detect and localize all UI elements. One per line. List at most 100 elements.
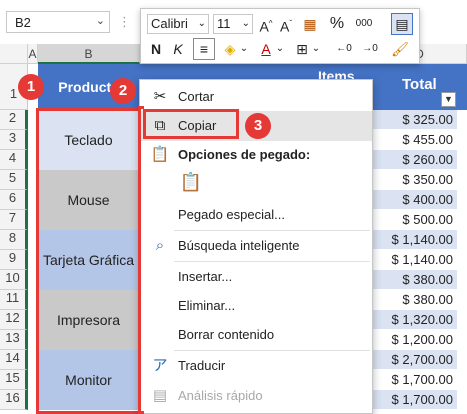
row-header[interactable]: 13 [0,330,28,350]
font-size-box[interactable]: 11 ⌄ [213,14,253,34]
number-format-icon[interactable]: ▦ [299,14,321,34]
menu-item-label: Eliminar... [178,298,236,313]
menu-item-translate[interactable]: ア Traducir [140,351,372,381]
chevron-down-icon[interactable]: ⌄ [239,39,249,59]
menu-item-insert[interactable]: Insertar... [140,262,372,292]
increase-font-icon[interactable]: A^ [257,14,275,37]
row-header[interactable]: 2 [0,110,28,130]
row-number: 13 [5,330,20,345]
total-cell[interactable]: $ 325.00 [373,110,457,130]
font-color-icon[interactable]: A [257,39,275,59]
total-cell[interactable]: $ 380.00 [373,290,457,310]
increase-decimal-icon[interactable]: ←0 [333,39,355,59]
total-cell[interactable]: $ 2,700.00 [373,350,457,370]
align-center-icon[interactable]: ≡ [193,38,215,60]
row-header[interactable]: 14 [0,350,28,370]
row-number: 15 [5,370,20,385]
italic-icon[interactable]: K [169,39,187,59]
row-number: 3 [8,130,17,145]
row-header[interactable]: 3 [0,130,28,150]
font-name-value: Calibri [151,16,188,31]
column-header-label: A [28,47,37,61]
menu-item-label: Traducir [178,358,226,373]
step-badge-3: 3 [245,113,271,139]
mini-toolbar: Calibri ⌄ 11 ⌄ A^ Aˇ ▦ % 000 ▤ N K ≡ ◈ ⌄ A… [140,8,420,64]
row-header[interactable]: 16 [0,390,28,410]
row-header[interactable]: 10 [0,270,28,290]
font-size-value: 11 [217,16,231,31]
menu-item-clear[interactable]: Borrar contenido [140,320,372,350]
step-badge-1: 1 [18,74,44,100]
total-cell[interactable]: $ 1,320.00 [373,310,457,330]
column-header-b[interactable]: B [38,44,140,64]
font-name-box[interactable]: Calibri ⌄ [147,14,209,34]
format-painter-icon[interactable]: 🖌 [389,39,411,59]
menu-item-label: Cortar [178,89,215,104]
decrease-decimal-icon[interactable]: →0 [359,39,381,59]
decrease-font-icon[interactable]: Aˇ [277,14,295,37]
menu-item-label: Análisis rápido [178,388,263,403]
quick-analysis-icon: ▤ [152,387,168,404]
chevron-down-icon[interactable]: ⌄ [275,39,285,59]
row-header[interactable]: 6 [0,190,28,210]
row-number: 6 [8,190,17,205]
menu-item-delete[interactable]: Eliminar... [140,291,372,321]
clipboard-icon: 📋 [150,146,170,163]
total-cell[interactable]: $ 350.00 [373,170,457,190]
row-header[interactable]: 8 [0,230,28,250]
scissors-icon: ✂ [153,88,167,105]
row-number: 8 [8,230,17,245]
paste-keep-format-icon[interactable]: 📋 [178,172,204,200]
menu-item-label: Opciones de pegado: [178,147,311,162]
row-number: 7 [8,210,17,225]
row-number: 4 [8,150,17,165]
chevron-down-icon[interactable]: ⌄ [96,14,105,27]
row-number: 10 [5,270,20,285]
menu-item-cut[interactable]: ✂ Cortar [140,82,372,112]
name-box-value: B2 [15,15,31,30]
row-number: 14 [5,350,20,365]
row-header[interactable]: 11 [0,290,28,310]
chevron-down-icon[interactable]: ⌄ [242,15,250,33]
menu-item-paste-special[interactable]: Pegado especial... [140,200,372,230]
row-header[interactable]: 9 [0,250,28,270]
thousands-separator-icon[interactable]: 000 [351,14,377,34]
total-cell[interactable]: $ 1,700.00 [373,370,457,390]
total-cell[interactable]: $ 1,140.00 [373,230,457,250]
total-cell[interactable]: $ 1,700.00 [373,390,457,410]
total-cell[interactable]: $ 1,140.00 [373,250,457,270]
copy-highlight-box [143,109,239,139]
bold-icon[interactable]: N [147,39,165,59]
row-number: 1 [9,86,18,101]
total-cell[interactable]: $ 500.00 [373,210,457,230]
percent-icon[interactable]: % [327,14,347,34]
menu-item-smart-lookup[interactable]: ⌕ Búsqueda inteligente [140,231,372,261]
total-cell[interactable]: $ 1,200.00 [373,330,457,350]
select-all-corner[interactable] [0,44,28,64]
total-cell[interactable]: $ 400.00 [373,190,457,210]
row-number: 9 [8,250,17,265]
row-header[interactable]: 4 [0,150,28,170]
menu-item-label: Pegado especial... [178,207,285,222]
row-header[interactable]: 5 [0,170,28,190]
total-cell[interactable]: $ 380.00 [373,270,457,290]
fill-color-icon[interactable]: ◈ [221,39,239,59]
row-header[interactable]: 12 [0,310,28,330]
row-number: 11 [5,290,20,305]
format-table-icon[interactable]: ▤ [391,13,413,35]
borders-icon[interactable]: ⊞ [293,39,311,59]
column-header-a[interactable]: A [28,44,38,64]
selection-highlight-box [36,108,142,414]
chevron-down-icon[interactable]: ⌄ [311,39,321,59]
row-header[interactable]: 15 [0,370,28,390]
chevron-down-icon[interactable]: ⌄ [198,15,206,33]
menu-item-label: Insertar... [178,269,233,284]
column-header-label: B [84,47,93,61]
row-header[interactable]: 7 [0,210,28,230]
total-cell[interactable]: $ 260.00 [373,150,457,170]
filter-dropdown-icon[interactable]: ▼ [441,92,456,107]
context-menu-highlight-box [138,106,144,414]
total-cell[interactable]: $ 455.00 [373,130,457,150]
menu-item-paste-options: 📋 Opciones de pegado: [140,140,372,170]
name-box[interactable]: B2 ⌄ [6,11,110,33]
